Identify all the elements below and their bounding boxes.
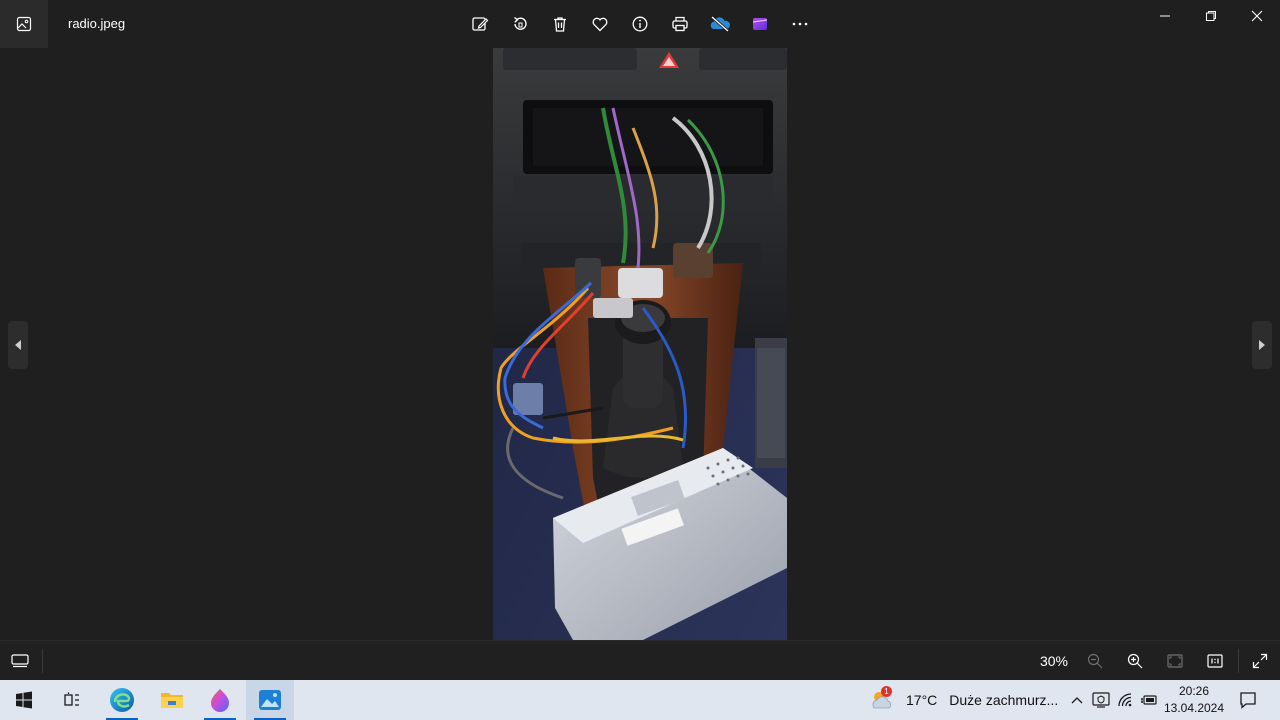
edit-image-button[interactable] [460, 4, 500, 44]
clipchamp-icon [752, 18, 768, 30]
file-name: radio.jpeg [68, 16, 126, 31]
tray-battery-button[interactable] [1137, 680, 1161, 720]
rotate-icon [514, 16, 527, 30]
photo-image [493, 48, 787, 640]
app-flame-icon [211, 689, 229, 712]
restore-button[interactable] [1188, 0, 1234, 32]
folder-icon [161, 693, 183, 708]
edit-image-icon [472, 17, 489, 31]
show-hidden-icons-button[interactable] [1065, 680, 1089, 720]
taskbar-clock[interactable]: 20:26 13.04.2024 [1160, 683, 1228, 717]
weather-temperature: 17°C [906, 692, 938, 708]
notification-center-button[interactable] [1232, 680, 1264, 720]
print-icon [672, 16, 688, 32]
previous-image-button[interactable] [8, 321, 28, 369]
next-image-button[interactable] [1252, 321, 1272, 369]
taskbar-app-button[interactable] [196, 680, 244, 720]
favorite-icon [592, 17, 608, 32]
weather-widget[interactable]: 1 17°C Duże zachmurz... [868, 680, 1058, 720]
divider [42, 649, 43, 673]
onedrive-button[interactable] [700, 4, 740, 44]
close-icon [1251, 10, 1263, 22]
task-view-button[interactable] [48, 680, 96, 720]
filmstrip-button[interactable] [0, 641, 40, 681]
taskbar-photos-button[interactable] [246, 680, 294, 720]
windows-logo-icon [16, 691, 32, 709]
zoom-out-icon [1087, 653, 1103, 669]
close-button[interactable] [1234, 0, 1280, 32]
clipchamp-button[interactable] [740, 4, 780, 44]
bottom-bar: 30% [0, 640, 1280, 680]
photos-app-icon[interactable] [0, 0, 48, 48]
weather-alert-badge: 1 [881, 686, 892, 697]
photos-app-window: radio.jpeg 30% 1 17°C Duże zachmurz... 2… [0, 0, 1280, 720]
taskbar-edge-button[interactable] [98, 680, 146, 720]
zoom-in-button[interactable] [1115, 641, 1155, 681]
zoom-in-icon [1127, 653, 1143, 669]
print-button[interactable] [660, 4, 700, 44]
edge-icon [110, 688, 134, 712]
delete-icon [554, 17, 566, 32]
delete-button[interactable] [540, 4, 580, 44]
weather-description: Duże zachmurz... [949, 692, 1059, 708]
zoom-level: 30% [1039, 653, 1069, 669]
actual-size-icon [1207, 654, 1223, 668]
tray-network-button[interactable] [1114, 680, 1138, 720]
wifi-icon [1118, 693, 1132, 707]
image-toolbar [460, 4, 820, 44]
onedrive-off-icon [710, 15, 730, 33]
minimize-icon [1160, 15, 1170, 17]
more-icon [792, 22, 808, 26]
favorite-button[interactable] [580, 4, 620, 44]
task-view-icon [64, 692, 79, 706]
windows-taskbar: 1 17°C Duże zachmurz... 20:26 13.04.2024 [0, 680, 1280, 720]
clock-time: 20:26 [1178, 684, 1210, 698]
more-options-button[interactable] [780, 4, 820, 44]
minimize-button[interactable] [1142, 0, 1188, 32]
arrow-right-icon [1259, 340, 1265, 350]
clock-date: 13.04.2024 [1163, 701, 1225, 715]
full-screen-button[interactable] [1240, 641, 1280, 681]
filmstrip-icon [11, 654, 29, 668]
title-bar: radio.jpeg [0, 0, 1280, 48]
arrow-left-icon [15, 340, 21, 350]
battery-icon [1141, 695, 1157, 705]
taskbar-file-explorer-button[interactable] [148, 680, 196, 720]
info-icon [632, 16, 648, 32]
zoom-out-button[interactable] [1075, 641, 1115, 681]
photos-icon [259, 690, 281, 710]
restore-icon [1206, 11, 1216, 21]
image-viewer [0, 48, 1280, 640]
start-button[interactable] [0, 680, 48, 720]
defender-icon [1092, 692, 1110, 708]
full-screen-icon [1252, 653, 1268, 669]
rotate-button[interactable] [500, 4, 540, 44]
fit-to-window-icon [1167, 654, 1183, 668]
weather-icon: 1 [868, 686, 896, 714]
notification-icon [1240, 692, 1256, 709]
divider [1238, 649, 1239, 673]
info-button[interactable] [620, 4, 660, 44]
fit-to-window-button[interactable] [1155, 641, 1195, 681]
tray-defender-button[interactable] [1089, 680, 1113, 720]
actual-size-button[interactable] [1195, 641, 1235, 681]
chevron-up-icon [1071, 697, 1083, 704]
